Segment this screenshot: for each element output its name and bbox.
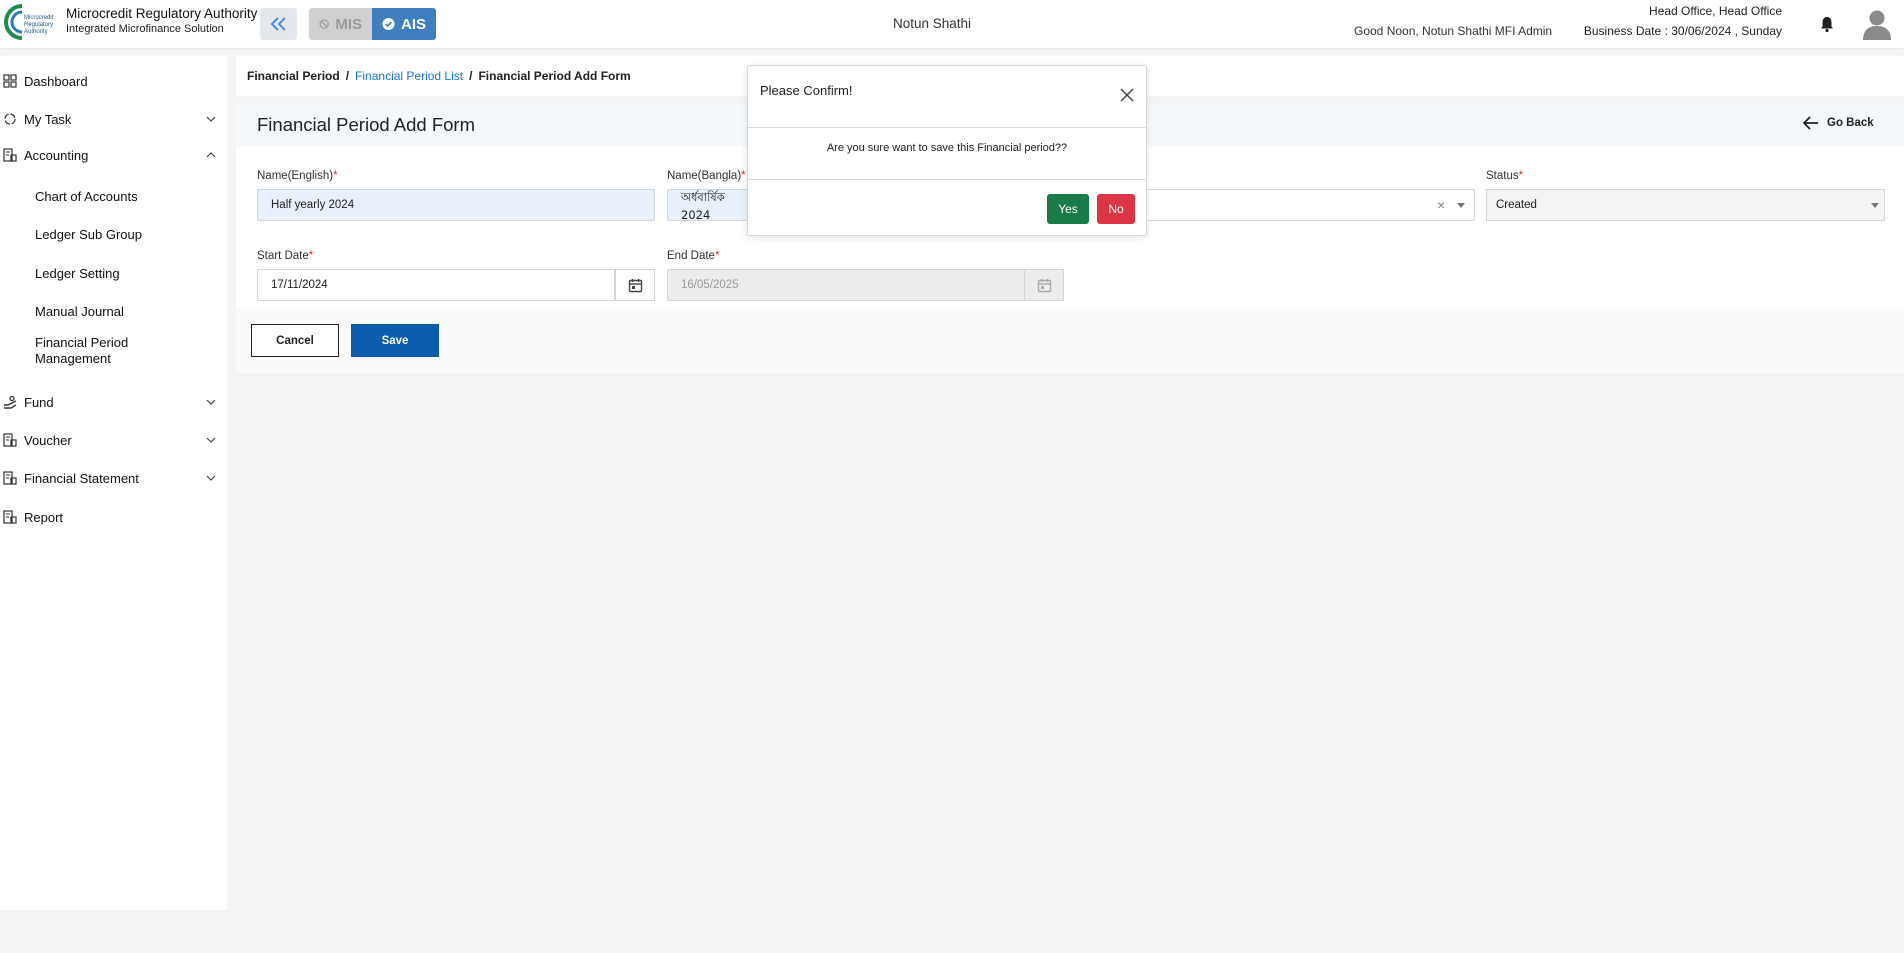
breadcrumb-root: Financial Period (247, 69, 340, 83)
sidebar-item-financial-statement[interactable]: Financial Statement (0, 467, 227, 489)
go-back-button[interactable]: Go Back (1803, 116, 1874, 130)
status-value: Created (1496, 199, 1537, 211)
hand-money-icon (4, 395, 17, 409)
type-select[interactable]: × (1140, 189, 1475, 221)
close-icon[interactable] (1120, 88, 1134, 102)
report-icon (3, 510, 17, 524)
brand-subtitle: Integrated Microfinance Solution (66, 23, 224, 35)
start-date-label: Start Date* (257, 250, 314, 262)
calendar-icon (628, 278, 642, 292)
chevron-down-icon (206, 437, 216, 443)
start-date-input[interactable]: 17/11/2024 (257, 269, 615, 301)
breadcrumb-separator: / (469, 69, 473, 83)
module-mis-label: MIS (335, 15, 362, 33)
end-date-input: 16/05/2025 (667, 269, 1025, 301)
mra-logo-icon: Microcredit Regulatory Authority (4, 4, 54, 40)
start-date-picker-button[interactable] (615, 269, 655, 301)
sidebar-item-accounting[interactable]: Accounting (0, 144, 227, 166)
grid-icon (3, 74, 17, 88)
sidebar-subitem-ledger-sub-group[interactable]: Ledger Sub Group (35, 227, 142, 242)
name-english-input[interactable]: Half yearly 2024 (257, 189, 655, 221)
sidebar-item-report[interactable]: Report (0, 506, 227, 528)
page-title: Financial Period Add Form (257, 114, 475, 135)
sidebar-item-label: Accounting (24, 147, 89, 163)
chevron-down-icon (206, 399, 216, 405)
save-button[interactable]: Save (351, 324, 439, 357)
cancel-button[interactable]: Cancel (251, 324, 339, 357)
top-header: Microcredit Regulatory Authority Microcr… (0, 0, 1904, 48)
business-date: Business Date : 30/06/2024 , Sunday (1583, 24, 1782, 38)
breadcrumb: Financial Period / Financial Period List… (247, 69, 631, 83)
statement-icon (3, 471, 17, 485)
calendar-icon (1037, 278, 1051, 292)
svg-text:Authority: Authority (24, 29, 48, 35)
chevron-down-icon (206, 475, 216, 481)
chevron-up-icon (206, 152, 216, 158)
select-caret-icon (1871, 203, 1879, 208)
confirm-no-button[interactable]: No (1097, 194, 1135, 224)
sidebar-item-dashboard[interactable]: Dashboard (0, 70, 227, 92)
check-circle-icon (382, 17, 395, 31)
sidebar-subitem-ledger-setting[interactable]: Ledger Setting (35, 266, 120, 281)
sidebar-item-my-task[interactable]: My Task (0, 108, 227, 130)
task-icon (4, 113, 16, 125)
center-name: Notun Shathi (893, 16, 972, 31)
ledger-icon (3, 148, 17, 162)
select-caret-icon (1457, 203, 1465, 208)
breadcrumb-current: Financial Period Add Form (478, 69, 631, 83)
confirm-dialog: Please Confirm! Are you sure want to sav… (747, 65, 1147, 236)
chevron-down-icon (206, 116, 216, 122)
confirm-yes-button[interactable]: Yes (1047, 194, 1089, 224)
dialog-divider (748, 179, 1146, 180)
go-back-label: Go Back (1827, 117, 1874, 129)
breadcrumb-list-link[interactable]: Financial Period List (355, 69, 463, 83)
double-chevron-left-icon (270, 17, 286, 31)
name-bangla-label: Name(Bangla)* (667, 170, 746, 182)
collapse-sidebar-button[interactable] (260, 8, 297, 40)
office-name: Head Office, Head Office (1649, 4, 1782, 18)
sidebar-item-label: Voucher (24, 432, 72, 448)
status-label: Status* (1486, 170, 1524, 182)
notification-bell-icon[interactable] (1818, 15, 1836, 33)
sidebar-item-voucher[interactable]: Voucher (0, 429, 227, 451)
sidebar-subitem-chart-of-accounts[interactable]: Chart of Accounts (35, 189, 138, 204)
ban-icon (319, 19, 329, 29)
name-english-label: Name(English)* (257, 170, 338, 182)
module-mis-button[interactable]: MIS (309, 8, 372, 40)
sidebar-item-label: Fund (24, 394, 54, 410)
sidebar-item-fund[interactable]: Fund (0, 391, 227, 413)
end-date-label: End Date* (667, 250, 720, 262)
greeting-text: Good Noon, Notun Shathi MFI Admin (1354, 24, 1553, 38)
dialog-divider (748, 127, 1146, 128)
brand-title: Microcredit Regulatory Authority (66, 6, 258, 21)
module-ais-label: AIS (400, 15, 426, 33)
sidebar-item-label: Dashboard (24, 73, 88, 89)
form-actions-bar (236, 308, 1904, 373)
svg-text:Microcredit: Microcredit (24, 15, 54, 21)
end-date-picker-button (1024, 269, 1064, 301)
sidebar-subitem-financial-period-management[interactable]: Financial Period Management (35, 335, 165, 367)
status-select[interactable]: Created (1486, 189, 1885, 221)
svg-text:Regulatory: Regulatory (24, 22, 53, 28)
arrow-left-icon (1803, 116, 1818, 130)
sidebar-subitem-manual-journal[interactable]: Manual Journal (35, 304, 124, 319)
dialog-message: Are you sure want to save this Financial… (826, 142, 1068, 154)
clear-select-icon[interactable]: × (1437, 197, 1445, 213)
sidebar-item-label: Report (24, 509, 64, 525)
sidebar-item-label: Financial Statement (24, 470, 139, 486)
voucher-icon (3, 433, 17, 447)
breadcrumb-separator: / (345, 69, 350, 83)
module-ais-button[interactable]: AIS (372, 8, 436, 40)
sidebar-item-label: My Task (24, 111, 72, 127)
dialog-title: Please Confirm! (760, 83, 853, 98)
user-avatar-icon[interactable] (1862, 8, 1892, 40)
name-bangla-input[interactable]: অর্ধবার্ষিক 2024 (667, 189, 749, 222)
